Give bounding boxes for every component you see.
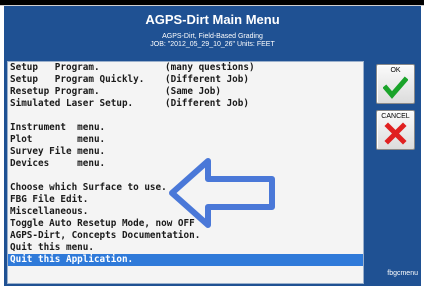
menu-item-label: Miscellaneous. xyxy=(10,206,89,217)
window-title: AGPS-Dirt Main Menu xyxy=(145,12,280,27)
menu-item[interactable]: Quit this menu. xyxy=(8,242,363,254)
menu-item-label: Setup Program Quickly. xyxy=(10,74,145,85)
menu-item[interactable]: Setup Program Quickly. (Different Job) xyxy=(8,74,363,86)
green-checkmark-icon xyxy=(383,76,408,99)
menu-item-label: Setup Program. xyxy=(10,62,100,73)
red-x-icon xyxy=(384,122,407,145)
menu-item-label: Devices menu. xyxy=(10,158,106,169)
menu-item-note: (Different Job) xyxy=(165,98,249,109)
subtitle-app-line: AGPS-Dirt, Field-Based Grading xyxy=(162,33,263,40)
ok-button[interactable]: OK xyxy=(376,64,415,104)
ok-button-label: OK xyxy=(390,67,401,74)
menu-item-note: (many questions) xyxy=(165,62,255,73)
left-arrow-icon xyxy=(169,158,275,228)
screen: AGPS-Dirt Main Menu AGPS-Dirt, Field-Bas… xyxy=(0,0,424,292)
menu-id-label: fbgcmenu xyxy=(387,270,418,277)
main-menu-window: AGPS-Dirt Main Menu AGPS-Dirt, Field-Bas… xyxy=(4,6,421,286)
menu-item-label: Plot menu. xyxy=(10,134,106,145)
menu-item[interactable]: Simulated Laser Setup. (Different Job) xyxy=(8,98,363,110)
menu-item-label: FBG File Edit. xyxy=(10,194,89,205)
menu-item[interactable]: Setup Program. (many questions) xyxy=(8,62,363,74)
menu-item-label: Toggle Auto Resetup Mode, now OFF xyxy=(10,218,195,229)
menu-item[interactable]: Resetup Program. (Same Job) xyxy=(8,86,363,98)
menu-item-label: Resetup Program. xyxy=(10,86,100,97)
cancel-button-label: CANCEL xyxy=(381,113,410,120)
menu-item[interactable]: AGPS-Dirt, Concepts Documentation. xyxy=(8,230,363,242)
menu-item-label: Quit this menu. xyxy=(10,242,94,253)
menu-item-note: (Different Job) xyxy=(165,74,249,85)
cancel-button[interactable]: CANCEL xyxy=(376,110,415,150)
menu-spacer xyxy=(8,110,363,122)
subtitle-job-line: JOB: "2012_05_29_10_26" Units: FEET xyxy=(150,41,275,48)
menu-item-label: Instrument menu. xyxy=(10,122,106,133)
menu-item-label: Quit this Application. xyxy=(10,254,134,265)
menu-item-note: (Same Job) xyxy=(165,86,221,97)
menu-item-label: AGPS-Dirt, Concepts Documentation. xyxy=(10,230,201,241)
menu-item[interactable]: Plot menu. xyxy=(8,134,363,146)
menu-item-label: Survey File menu. xyxy=(10,146,106,157)
menu-item-label: Choose which Surface to use. xyxy=(10,182,167,193)
menu-item[interactable]: Quit this Application. xyxy=(8,254,363,266)
window-subtitle: AGPS-Dirt, Field-Based Grading JOB: "201… xyxy=(4,33,421,49)
menu-item-label: Simulated Laser Setup. xyxy=(10,98,134,109)
menu-item[interactable]: Instrument menu. xyxy=(8,122,363,134)
